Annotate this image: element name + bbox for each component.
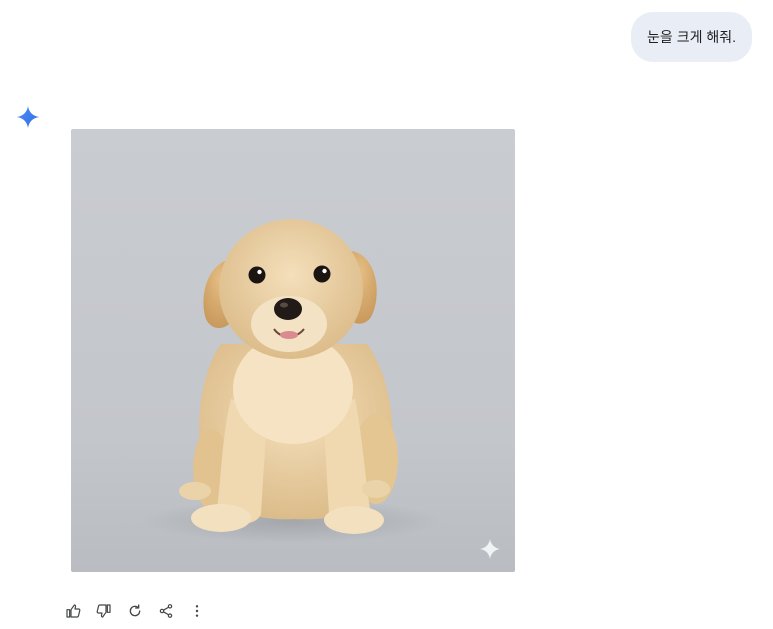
- more-vert-icon[interactable]: [184, 599, 209, 624]
- regenerate-icon[interactable]: [122, 599, 147, 624]
- thumbs-up-icon[interactable]: [60, 599, 85, 624]
- puppy-illustration: [71, 129, 515, 572]
- user-message-bubble: 눈을 크게 해줘.: [631, 12, 752, 62]
- generated-image[interactable]: [71, 129, 515, 572]
- response-action-bar: [60, 598, 209, 624]
- user-message-text: 눈을 크게 해줘.: [647, 29, 736, 45]
- thumbs-down-icon[interactable]: [91, 599, 116, 624]
- share-icon[interactable]: [153, 599, 178, 624]
- ai-watermark-icon: [479, 538, 501, 560]
- gemini-spark-icon: [16, 105, 40, 129]
